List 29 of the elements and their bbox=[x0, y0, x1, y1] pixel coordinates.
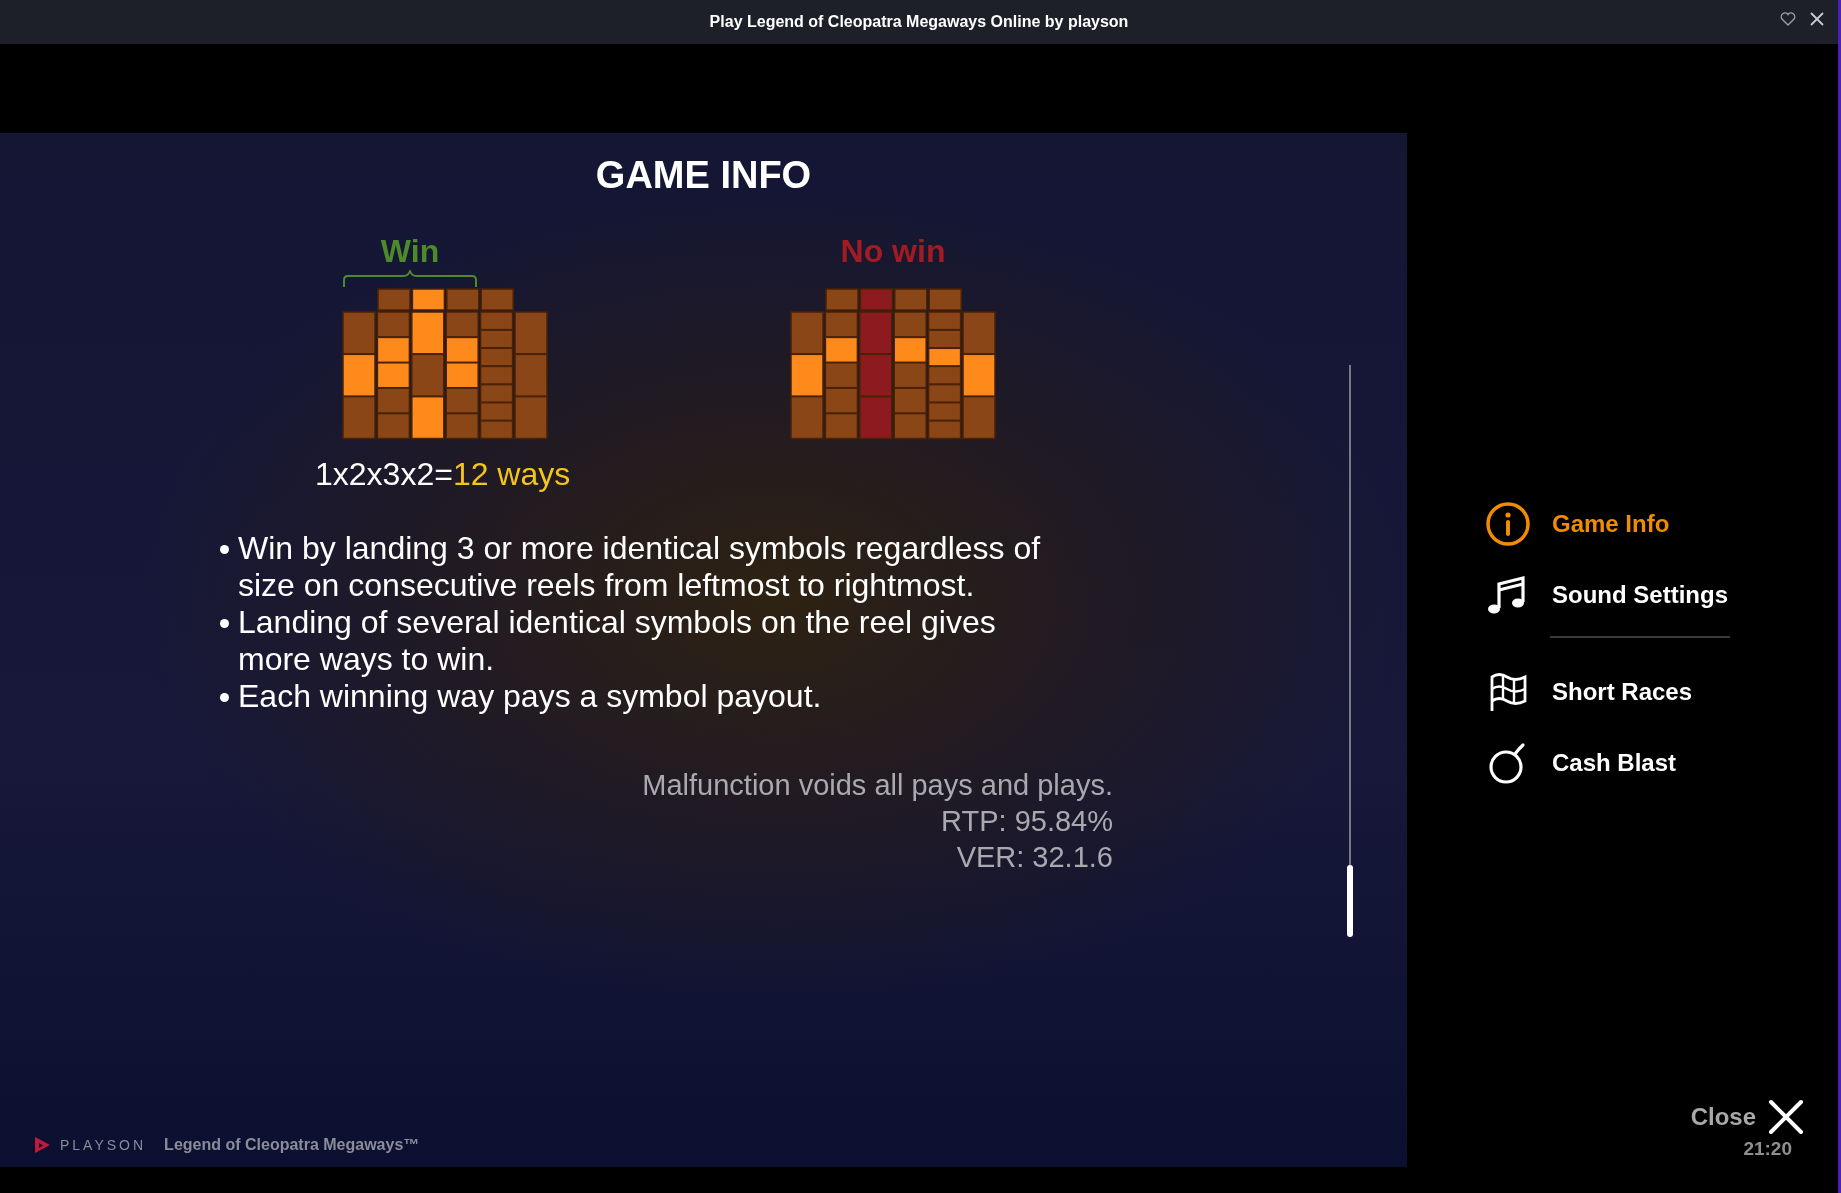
info-note: VER: 32.1.6 bbox=[956, 840, 1113, 875]
brace-icon bbox=[342, 270, 478, 288]
scrollbar-thumb[interactable] bbox=[1347, 865, 1353, 937]
menu-item[interactable]: Short Races bbox=[1485, 668, 1838, 716]
bullet-text: Each winning way pays a symbol payout. bbox=[238, 678, 822, 715]
info-note: RTP: 95.84% bbox=[941, 804, 1113, 839]
menu-item[interactable]: Sound Settings bbox=[1485, 571, 1838, 619]
clock-time: 21:20 bbox=[1743, 1136, 1792, 1161]
info-icon bbox=[1485, 501, 1531, 547]
bullet-icon bbox=[220, 545, 229, 554]
brand-name: PLAYSON bbox=[60, 1135, 147, 1155]
example-label: Win bbox=[380, 232, 440, 270]
ways-formula: 1x2x3x2=12 ways bbox=[315, 455, 571, 494]
game-name: Legend of Cleopatra Megaways™ bbox=[164, 1135, 420, 1155]
bullet-icon bbox=[220, 619, 229, 628]
info-note: Malfunction voids all pays and plays. bbox=[642, 768, 1113, 803]
close-icon bbox=[1768, 1098, 1804, 1135]
heart-icon[interactable] bbox=[1780, 12, 1796, 26]
play-logo-icon bbox=[32, 1135, 52, 1155]
bullet-text: Landing of several identical symbols on the reel gives more ways to win. bbox=[238, 604, 997, 678]
example-label: No win bbox=[840, 232, 946, 270]
close-button[interactable]: Close bbox=[1690, 1098, 1804, 1135]
bullet-icon bbox=[220, 693, 229, 702]
bullet-text: Win by landing 3 or more identical symbols regardless of size on consecutive reels from leftmost to rightmost. bbox=[238, 530, 1042, 604]
close-icon[interactable] bbox=[1810, 12, 1824, 26]
menu-item[interactable]: Cash Blast bbox=[1485, 739, 1838, 787]
panel-title: GAME INFO bbox=[594, 153, 813, 198]
window-title: Play Legend of Cleopatra Megaways Online by playson bbox=[709, 12, 1129, 32]
menu-item[interactable]: Game Info bbox=[1485, 500, 1838, 548]
